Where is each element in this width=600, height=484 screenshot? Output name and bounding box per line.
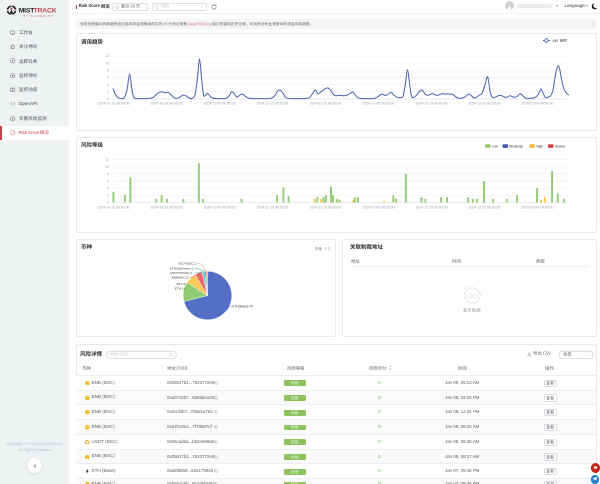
svg-text:8: 8 — [107, 172, 109, 176]
svg-text:2024-12-05 08:00:00: 2024-12-05 08:00:00 — [362, 205, 394, 209]
svg-text:2024-11-05 08:00:00: 2024-11-05 08:00:00 — [203, 102, 235, 106]
svg-text:2025-01-04 08:00:00: 2025-01-04 08:00:00 — [521, 102, 553, 106]
svg-text:Low: Low — [491, 144, 498, 148]
svg-text:ETH(Base):76: ETH(Base):76 — [232, 304, 252, 308]
svg-text:2024-11-15 08:00:00: 2024-11-15 08:00:00 — [256, 102, 288, 106]
svg-text:High: High — [536, 144, 543, 148]
svg-text:BNB(BSC):5: BNB(BSC):5 — [171, 275, 189, 279]
svg-text:BY SLOWMIST: BY SLOWMIST — [24, 14, 54, 18]
svg-text:6: 6 — [107, 76, 109, 80]
svg-text:API: API — [552, 39, 558, 43]
svg-text:2024-12-25 08:00:00: 2024-12-25 08:00:00 — [468, 205, 500, 209]
svg-text:12: 12 — [105, 157, 109, 161]
svg-text:2025-01-04 08:00:00: 2025-01-04 08:00:00 — [521, 205, 553, 209]
svg-text:0: 0 — [107, 200, 109, 204]
svg-text:4: 4 — [107, 83, 109, 87]
svg-text:USDT(TRON):2: USDT(TRON):2 — [170, 271, 192, 275]
svg-text:Severe: Severe — [554, 144, 565, 148]
svg-text:10: 10 — [105, 61, 109, 65]
svg-text:2024-10-26 08:00:00: 2024-10-26 08:00:00 — [150, 205, 182, 209]
svg-text:12: 12 — [105, 54, 109, 58]
svg-text:2024-12-15 08:00:00: 2024-12-15 08:00:00 — [415, 205, 447, 209]
svg-text:2024-12-05 08:00:00: 2024-12-05 08:00:00 — [362, 102, 394, 106]
svg-text:2024-10-16 08:00:00: 2024-10-16 08:00:00 — [97, 102, 129, 106]
svg-text:2024-12-15 08:00:00: 2024-12-15 08:00:00 — [415, 102, 447, 106]
svg-text:2: 2 — [107, 90, 109, 94]
svg-text:Moderate: Moderate — [509, 144, 523, 148]
svg-text:2024-10-16 08:00:00: 2024-10-16 08:00:00 — [97, 205, 129, 209]
svg-text:8: 8 — [107, 69, 109, 73]
svg-text:2024-10-26 08:00:00: 2024-10-26 08:00:00 — [150, 102, 182, 106]
svg-text:2024-11-25 08:00:00: 2024-11-25 08:00:00 — [309, 205, 341, 209]
svg-text:2024-11-25 08:00:00: 2024-11-25 08:00:00 — [309, 102, 341, 106]
svg-text:6: 6 — [107, 179, 109, 183]
svg-text:ETH:14: ETH:14 — [174, 286, 185, 290]
svg-text:USDT(BSC):1: USDT(BSC):1 — [177, 261, 197, 265]
svg-text:4: 4 — [107, 186, 109, 190]
svg-text:BTC:8: BTC:8 — [176, 282, 185, 286]
svg-text:2024-12-25 08:00:00: 2024-12-25 08:00:00 — [468, 102, 500, 106]
svg-text:ETH(Optimism):1: ETH(Optimism):1 — [169, 266, 193, 270]
svg-text:TRACK: TRACK — [34, 8, 57, 15]
svg-text:2: 2 — [107, 193, 109, 197]
svg-text:10: 10 — [105, 164, 109, 168]
svg-text:2024-11-05 08:00:00: 2024-11-05 08:00:00 — [203, 205, 235, 209]
svg-text:2024-11-15 08:00:00: 2024-11-15 08:00:00 — [256, 205, 288, 209]
